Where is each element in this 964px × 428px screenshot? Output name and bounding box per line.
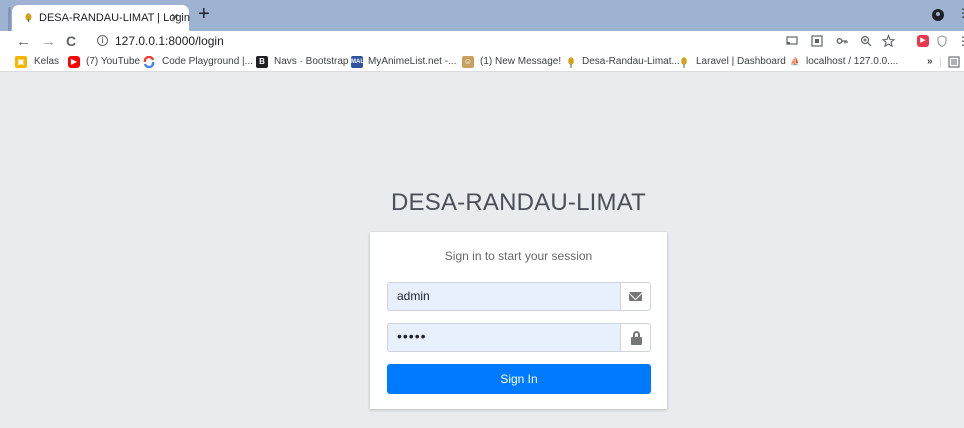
tab-close-icon[interactable]: × bbox=[171, 9, 179, 25]
login-page: DESA-RANDAU-LIMAT Sign in to start your … bbox=[0, 72, 964, 428]
desa-icon bbox=[568, 57, 574, 68]
login-card: Sign in to start your session admin ••••… bbox=[370, 232, 667, 409]
forward-icon[interactable]: → bbox=[41, 31, 56, 52]
key-icon[interactable] bbox=[836, 33, 848, 49]
username-input[interactable]: admin bbox=[387, 282, 620, 311]
password-input[interactable]: ••••• bbox=[387, 323, 620, 352]
cast-icon[interactable] bbox=[786, 33, 798, 49]
profile-icon[interactable] bbox=[932, 9, 944, 21]
back-icon[interactable]: ← bbox=[16, 31, 31, 52]
browser-toolbar: ← → C i 127.0.0.1:8000/login ▶ ⋮ bbox=[0, 31, 964, 52]
new-tab-icon[interactable]: + bbox=[198, 3, 210, 25]
tab-title: DESA-RANDAU-LIMAT | Login bbox=[39, 12, 190, 24]
login-brand-title[interactable]: DESA-RANDAU-LIMAT bbox=[0, 189, 964, 217]
bookmark-laravel-dashboard[interactable]: Laravel | Dashboard bbox=[696, 55, 786, 68]
more-icon[interactable]: ⋮ bbox=[957, 33, 964, 49]
site-info-icon[interactable]: i bbox=[97, 35, 108, 46]
username-addon bbox=[620, 282, 651, 311]
browser-tab-bar: DESA-RANDAU-LIMAT | Login × + ⋮ bbox=[0, 0, 964, 31]
envelope-icon bbox=[629, 292, 642, 301]
bookmarks-divider bbox=[940, 57, 941, 67]
bookmark-new-message[interactable]: (1) New Message! bbox=[480, 55, 561, 68]
bookmarks-bar: ▣ Kelas ▶ (7) YouTube Code Playground |.… bbox=[0, 52, 964, 72]
youtube-icon: ▶ bbox=[68, 56, 80, 68]
browser-tab-active[interactable]: DESA-RANDAU-LIMAT | Login × bbox=[12, 5, 190, 31]
lock-icon bbox=[631, 331, 642, 345]
shield-icon[interactable] bbox=[937, 33, 947, 49]
window-more-icon[interactable]: ⋮ bbox=[957, 6, 964, 20]
password-addon bbox=[620, 323, 651, 352]
bookmark-code-playground[interactable]: Code Playground |... bbox=[162, 55, 253, 68]
bookmark-navs-bootstrap[interactable]: Navs · Bootstrap bbox=[274, 55, 348, 68]
phpmyadmin-icon: ⛵ bbox=[790, 57, 800, 66]
classroom-icon: ▣ bbox=[15, 56, 27, 68]
login-box-message: Sign in to start your session bbox=[444, 249, 593, 263]
laravel-icon bbox=[681, 57, 687, 68]
bookmark-desa-randau-limat[interactable]: Desa-Randau-Limat... bbox=[582, 55, 680, 68]
message-icon: ☺ bbox=[462, 56, 474, 68]
favicon-icon bbox=[25, 13, 32, 22]
bookmark-myanimelist[interactable]: MyAnimeList.net -... bbox=[368, 55, 456, 68]
bookmark-localhost[interactable]: localhost / 127.0.0.... bbox=[806, 55, 898, 68]
extension-red-icon[interactable]: ▶ bbox=[917, 35, 929, 47]
bootstrap-icon: B bbox=[256, 56, 268, 68]
bookmarks-overflow-icon[interactable]: » bbox=[927, 55, 933, 68]
username-field-group: admin bbox=[387, 282, 651, 311]
reload-icon[interactable]: C bbox=[66, 31, 76, 52]
qr-icon[interactable] bbox=[811, 33, 823, 49]
mal-icon: MAL bbox=[351, 56, 364, 68]
address-bar[interactable]: 127.0.0.1:8000/login bbox=[115, 34, 224, 48]
bookmark-kelas[interactable]: Kelas bbox=[34, 55, 59, 68]
password-field-group: ••••• bbox=[387, 323, 651, 352]
zoom-icon[interactable] bbox=[860, 33, 872, 49]
reading-list-icon[interactable] bbox=[948, 56, 960, 68]
bookmark-youtube[interactable]: (7) YouTube bbox=[86, 55, 140, 68]
codeplayground-icon bbox=[143, 56, 155, 68]
tab-strip-edge bbox=[8, 7, 11, 31]
sign-in-button[interactable]: Sign In bbox=[387, 364, 651, 394]
star-icon[interactable] bbox=[882, 33, 895, 49]
